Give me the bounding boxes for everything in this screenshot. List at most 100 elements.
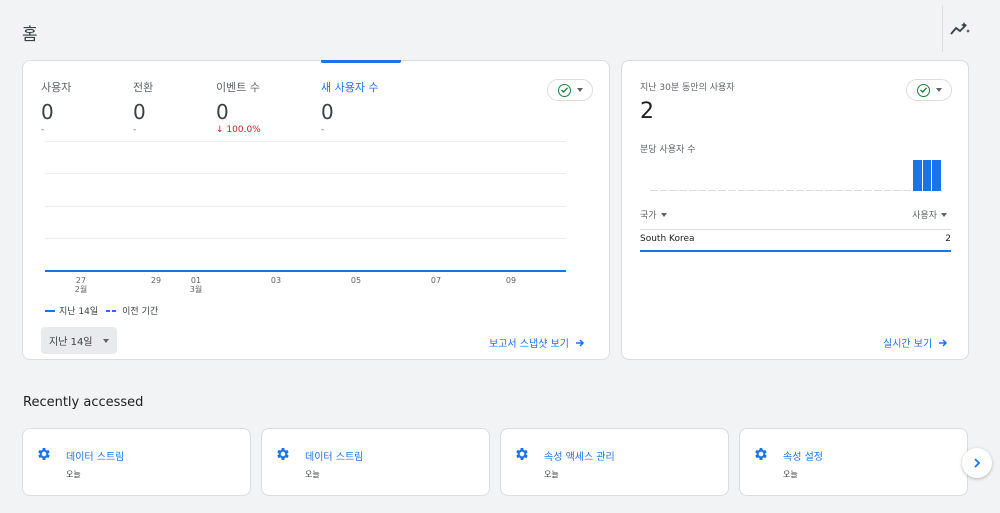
- metric-value: 0: [133, 100, 146, 124]
- minute-bar: [922, 160, 932, 191]
- metric-value: 0: [216, 100, 229, 124]
- minute-bar-empty: [825, 190, 833, 191]
- country-column-header[interactable]: 국가: [640, 208, 667, 221]
- minute-bar-empty: [688, 190, 697, 191]
- x-tick-label: 01 3월: [184, 276, 208, 294]
- minute-bar-empty: [708, 190, 717, 191]
- recent-item-time: 오늘: [783, 470, 798, 479]
- minute-bar-empty: [873, 190, 882, 191]
- view-realtime-label: 실시간 보기: [883, 339, 933, 350]
- legend-solid-swatch: [45, 309, 55, 312]
- minute-bar-empty: [796, 190, 804, 191]
- minute-bar-empty: [727, 190, 736, 191]
- x-tick-label: 03: [264, 276, 288, 285]
- minute-bar-empty: [893, 190, 902, 191]
- gridline: [45, 173, 566, 174]
- metric-new-users[interactable]: 새 사용자 수 0 -: [321, 79, 379, 135]
- realtime-status-button[interactable]: [906, 79, 952, 101]
- country-cell: South Korea: [640, 234, 695, 244]
- metric-change: -: [41, 125, 45, 135]
- x-tick-label: 09: [499, 276, 523, 285]
- overview-card: 사용자 0 - 전환 0 - 이벤트 수 0 ↓ 100.0% 새 사용자 수 …: [22, 60, 610, 360]
- minute-bar: [912, 160, 922, 191]
- minute-bar-empty: [844, 190, 853, 191]
- legend-current: 지난 14일: [59, 307, 99, 317]
- users-cell: 2: [945, 234, 951, 244]
- x-tick-day: 03: [270, 276, 282, 285]
- minute-bar-empty: [834, 190, 843, 191]
- view-realtime-link[interactable]: 실시간 보기: [883, 335, 948, 350]
- minute-bar-empty: [679, 190, 687, 191]
- metric-change: -: [133, 125, 137, 135]
- date-range-dropdown[interactable]: 지난 14일: [41, 327, 117, 354]
- gridline: [45, 141, 566, 142]
- recent-item[interactable]: 데이터 스트림 오늘: [22, 428, 251, 496]
- minute-bar-empty: [718, 190, 726, 191]
- data-quality-button[interactable]: [547, 79, 593, 101]
- minute-bar-empty: [786, 190, 794, 191]
- recent-item-time: 오늘: [66, 470, 81, 479]
- caret-down-icon: [660, 212, 667, 217]
- gridline: [45, 238, 566, 239]
- metric-change: ↓ 100.0%: [216, 125, 261, 135]
- minute-bar-empty: [737, 190, 746, 191]
- table-divider: [640, 229, 951, 230]
- x-tick-label: 05: [344, 276, 368, 285]
- recent-item-title: 속성 액세스 관리: [544, 452, 615, 463]
- minute-bar-empty: [776, 190, 785, 191]
- check-circle-icon: [557, 83, 571, 97]
- x-tick-day: 07: [430, 276, 442, 285]
- country-column-label: 국가: [640, 211, 657, 221]
- x-tick-day: 29: [150, 276, 162, 285]
- view-snapshot-link[interactable]: 보고서 스냅샷 보기: [489, 335, 585, 350]
- view-snapshot-label: 보고서 스냅샷 보기: [489, 339, 569, 350]
- minute-bar: [932, 160, 941, 191]
- minute-bar-empty: [883, 190, 892, 191]
- header-divider: [942, 6, 943, 52]
- table-row: South Korea 2: [640, 234, 951, 250]
- users-column-label: 사용자: [912, 211, 937, 221]
- chevron-right-icon: [974, 458, 981, 468]
- minute-bar-empty: [659, 190, 668, 191]
- minute-bar-empty: [854, 190, 863, 191]
- realtime-label: 지난 30분 동안의 사용자: [640, 83, 735, 93]
- insights-button[interactable]: [949, 19, 971, 39]
- x-tick-day: 05: [350, 276, 362, 285]
- minute-bar-empty: [766, 190, 775, 191]
- gear-icon: [755, 448, 767, 460]
- realtime-card: 지난 30분 동안의 사용자 2 분당 사용자 수 국가 사용자 South K…: [621, 60, 969, 360]
- minute-bar-empty: [747, 190, 756, 191]
- gridline: [45, 206, 566, 207]
- metric-label: 이벤트 수: [216, 81, 260, 94]
- arrow-right-icon: [939, 338, 948, 347]
- x-tick-day: 09: [505, 276, 517, 285]
- metric-value: 0: [321, 100, 334, 124]
- metric-users[interactable]: 사용자 0 -: [41, 79, 71, 135]
- realtime-value: 2: [640, 99, 654, 124]
- metric-conversions[interactable]: 전환 0 -: [133, 79, 153, 135]
- recent-item[interactable]: 데이터 스트림 오늘: [261, 428, 490, 496]
- metric-label: 사용자: [41, 81, 72, 94]
- recent-item[interactable]: 속성 액세스 관리 오늘: [500, 428, 729, 496]
- metric-event-count[interactable]: 이벤트 수 0 ↓ 100.0%: [216, 79, 261, 135]
- recent-item-title: 데이터 스트림: [305, 452, 364, 463]
- users-column-header[interactable]: 사용자: [912, 208, 947, 221]
- metric-value: 0: [41, 100, 54, 124]
- recent-item[interactable]: 속성 설정 오늘: [739, 428, 968, 496]
- realtime-table-header: 국가 사용자: [640, 208, 951, 221]
- next-page-button[interactable]: [962, 448, 992, 478]
- gear-icon: [38, 448, 50, 460]
- minute-bar-empty: [815, 190, 824, 191]
- gear-icon: [516, 448, 528, 460]
- caret-down-icon: [935, 88, 942, 92]
- date-range-label: 지난 14일: [49, 337, 93, 348]
- x-tick-label: 07: [424, 276, 448, 285]
- legend-previous: 이전 기간: [122, 307, 159, 317]
- caret-down-icon: [941, 212, 947, 217]
- metric-change: -: [321, 125, 325, 135]
- series-line-current: [45, 270, 566, 272]
- recent-item-time: 오늘: [544, 470, 559, 479]
- metric-label: 전환: [133, 81, 154, 94]
- minute-bar-empty: [805, 190, 814, 191]
- x-tick-day: 27: [75, 276, 87, 285]
